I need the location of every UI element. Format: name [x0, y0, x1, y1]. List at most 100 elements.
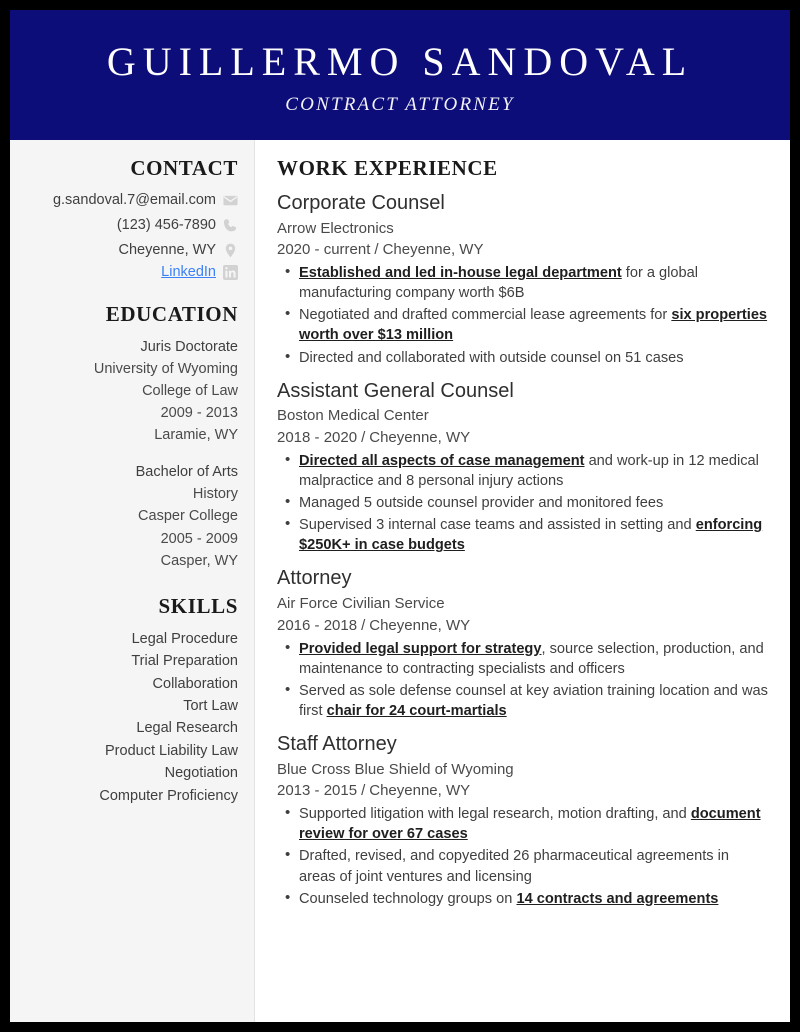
bullet-emphasis: Directed all aspects of case management	[299, 452, 585, 469]
education-location: Casper, WY	[160, 552, 238, 569]
job-company: Arrow Electronics	[277, 219, 394, 237]
job-years: 2018 - 2020	[277, 429, 358, 447]
job-bullet: Negotiated and drafted commercial lease …	[277, 304, 768, 345]
job-bullet: Supported litigation with legal research…	[277, 803, 768, 844]
contact-item[interactable]: LinkedIn	[24, 264, 238, 280]
resume-body: CONTACT g.sandoval.7@email.com (123) 456-…	[10, 140, 790, 1022]
education-school: University of Wyoming	[93, 361, 238, 378]
job-location: Cheyenne, WY	[382, 241, 484, 259]
job-entry: Staff Attorney Blue Cross Blue Shield of …	[277, 732, 768, 909]
education-section: EDUCATION Juris Doctorate University of W…	[24, 302, 238, 571]
job-entry: Attorney Air Force Civilian Service 2016 -…	[277, 566, 768, 721]
job-bullet: Served as sole defense counsel at key av…	[277, 680, 768, 721]
bullet-emphasis: Established and led in-house legal depar…	[299, 265, 622, 282]
education-school: College of Law	[142, 383, 238, 400]
skills-list: Legal Procedure Trial Preparation Collabor…	[24, 628, 238, 808]
education-heading: EDUCATION	[105, 302, 238, 327]
main-content: WORK EXPERIENCE Corporate Counsel Arrow E…	[255, 140, 790, 1022]
job-meta: 2020 - current / Cheyenne, WY	[277, 239, 768, 261]
job-bullet-list: Provided legal support for strategy, sou…	[277, 638, 768, 722]
job-title: Staff Attorney	[277, 733, 397, 756]
job-meta-separator: /	[361, 429, 366, 447]
education-degree: Bachelor of Arts	[135, 464, 238, 481]
job-location: Cheyenne, WY	[369, 429, 471, 447]
skill-item: Legal Procedure	[131, 630, 238, 647]
education-list: Juris Doctorate University of Wyoming Coll…	[24, 336, 238, 571]
candidate-job-title: CONTRACT ATTORNEY	[285, 94, 515, 115]
resume-page: GUILLERMO SANDOVAL CONTRACT ATTORNEY CON…	[10, 10, 790, 1022]
job-meta-separator: /	[374, 241, 379, 259]
job-company: Blue Cross Blue Shield of Wyoming	[277, 760, 514, 778]
job-bullet: Counseled technology groups on 14 contra…	[277, 888, 768, 909]
phone-icon	[223, 218, 238, 233]
job-title: Attorney	[277, 567, 352, 590]
contact-text: Cheyenne, WY	[118, 241, 216, 258]
job-entry: Assistant General Counsel Boston Medical …	[277, 379, 768, 556]
education-entry: Juris Doctorate University of Wyoming Coll…	[24, 336, 238, 446]
skill-item: Tort Law	[183, 697, 238, 714]
job-years: 2020 - current	[277, 241, 371, 259]
job-bullet: Established and led in-house legal depar…	[277, 262, 768, 303]
education-school: History	[192, 486, 238, 503]
bullet-emphasis: six properties worth over $13 million	[299, 307, 768, 344]
job-bullet: Drafted, revised, and copyedited 26 phar…	[277, 845, 768, 886]
education-entry: Bachelor of Arts History Casper College 200…	[24, 461, 238, 571]
contact-item: g.sandoval.7@email.com	[24, 190, 238, 212]
linkedin-link[interactable]: LinkedIn	[161, 264, 216, 280]
skill-item: Collaboration	[152, 675, 238, 692]
job-bullet: Directed all aspects of case management …	[277, 450, 768, 491]
candidate-name: GUILLERMO SANDOVAL	[106, 39, 694, 84]
work-experience-heading: WORK EXPERIENCE	[277, 156, 498, 180]
contact-heading: CONTACT	[130, 156, 238, 180]
bullet-emphasis: enforcing $250K+ in case budgets	[299, 517, 763, 554]
job-location: Cheyenne, WY	[369, 616, 471, 634]
job-bullet-list: Supported litigation with legal research…	[277, 803, 768, 909]
job-company: Boston Medical Center	[277, 407, 429, 425]
skill-item: Legal Research	[136, 720, 238, 737]
contact-section: CONTACT g.sandoval.7@email.com (123) 456-…	[24, 156, 238, 280]
job-bullet-list: Established and led in-house legal depar…	[277, 262, 768, 368]
job-bullet-list: Directed all aspects of case management …	[277, 450, 768, 556]
contact-text: (123) 456-7890	[116, 216, 216, 233]
job-bullet: Managed 5 outside counsel provider and m…	[277, 492, 768, 513]
job-meta-separator: /	[361, 616, 366, 634]
skill-item: Negotiation	[164, 765, 238, 782]
job-years: 2016 - 2018	[277, 616, 358, 634]
job-meta: 2016 - 2018/Cheyenne, WY	[277, 615, 768, 637]
job-meta-separator: /	[361, 782, 366, 800]
job-bullet: Directed and collaborated with outside c…	[277, 347, 768, 368]
job-bullet: Supervised 3 internal case teams and ass…	[277, 514, 768, 555]
bullet-emphasis: Provided legal support for strategy	[299, 640, 542, 657]
bullet-emphasis: document review for over 67 cases	[299, 806, 761, 843]
education-years: 2005 - 2009	[160, 530, 238, 547]
contact-item: (123) 456-7890	[24, 215, 238, 237]
bullet-emphasis: 14 contracts and agreements	[516, 890, 719, 907]
bullet-emphasis: chair for 24 court-martials	[326, 702, 507, 719]
contact-item: Cheyenne, WY	[24, 240, 238, 262]
job-meta: 2018 - 2020/Cheyenne, WY	[277, 427, 768, 449]
job-list: Corporate Counsel Arrow Electronics 2020 -…	[277, 191, 768, 909]
education-school: Casper College	[138, 508, 238, 525]
job-entry: Corporate Counsel Arrow Electronics 2020 -…	[277, 191, 768, 368]
job-bullet: Provided legal support for strategy, sou…	[277, 638, 768, 679]
skill-item: Computer Proficiency	[99, 787, 238, 804]
job-meta: 2013 - 2015/Cheyenne, WY	[277, 780, 768, 802]
skill-item: Trial Preparation	[131, 653, 238, 670]
envelope-icon	[223, 193, 238, 208]
job-title: Corporate Counsel	[277, 192, 445, 214]
skills-heading: SKILLS	[158, 593, 238, 618]
job-company: Air Force Civilian Service	[277, 595, 445, 613]
linkedin-icon	[223, 264, 238, 280]
education-degree: Juris Doctorate	[140, 339, 238, 356]
contact-text: g.sandoval.7@email.com	[52, 192, 216, 208]
education-location: Laramie, WY	[154, 427, 238, 444]
job-years: 2013 - 2015	[277, 782, 358, 800]
job-title: Assistant General Counsel	[277, 379, 514, 402]
skill-item: Product Liability Law	[105, 742, 238, 759]
location-pin-icon	[223, 243, 238, 258]
contact-list: g.sandoval.7@email.com (123) 456-7890 Chey…	[24, 190, 238, 280]
sidebar: CONTACT g.sandoval.7@email.com (123) 456-…	[10, 140, 255, 1022]
education-years: 2009 - 2013	[160, 405, 238, 422]
job-location: Cheyenne, WY	[369, 782, 471, 800]
skills-section: SKILLS Legal Procedure Trial Preparation C…	[24, 594, 238, 808]
